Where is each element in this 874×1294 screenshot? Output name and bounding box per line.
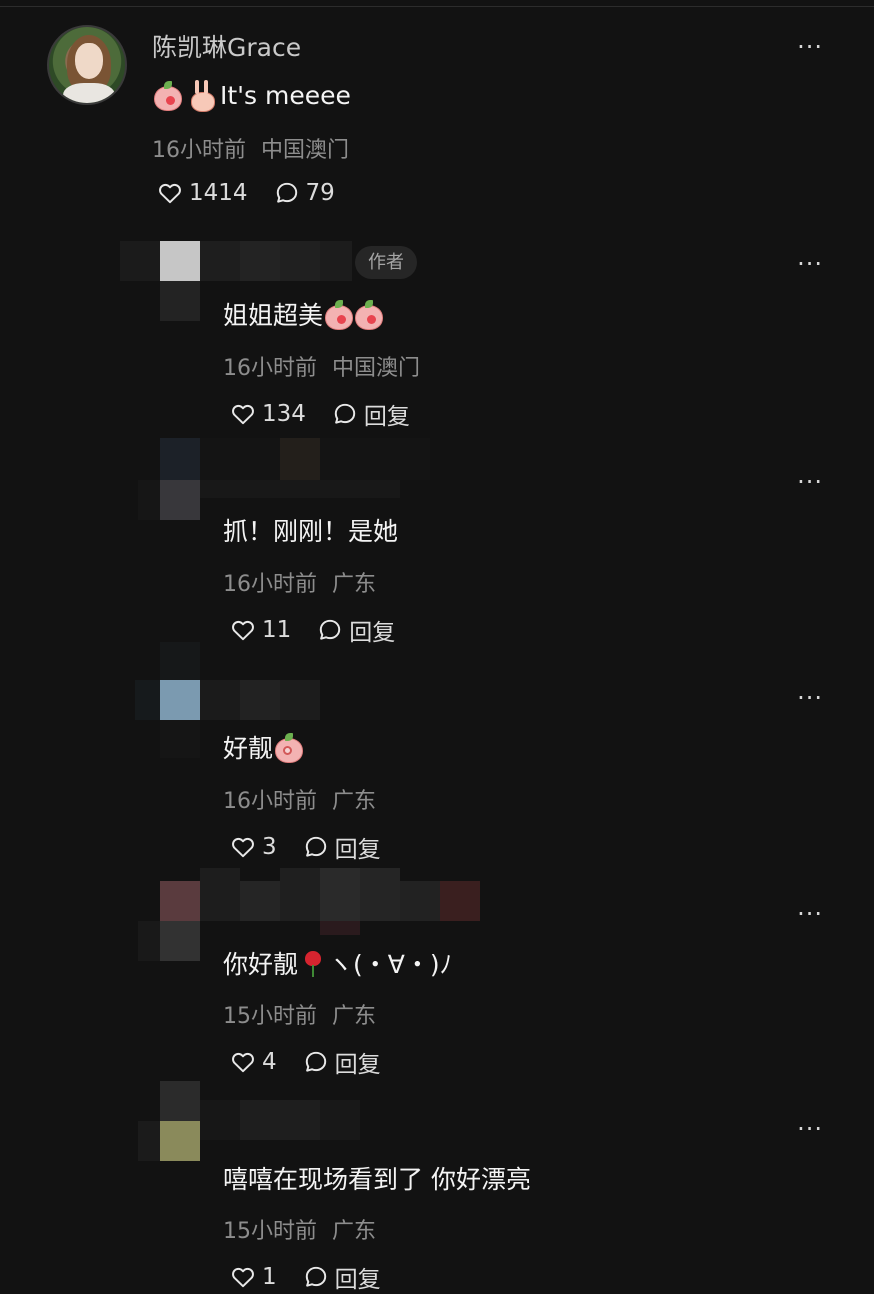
comment-meta: 16小时前 广东 xyxy=(223,572,377,597)
comment-actions: 3 回复 xyxy=(230,830,407,864)
heart-icon xyxy=(230,617,256,643)
comment-icon xyxy=(317,617,343,643)
reply-button[interactable]: 回复 xyxy=(303,1045,381,1079)
comment-actions: 134 回复 xyxy=(230,397,436,431)
peach-blush-emoji xyxy=(152,80,182,111)
comment-actions: 11 回复 xyxy=(230,613,421,647)
like-count: 1414 xyxy=(189,180,248,206)
more-options-icon[interactable]: ··· xyxy=(797,252,823,276)
reply-button[interactable]: 回复 xyxy=(332,397,410,431)
heart-icon xyxy=(230,1049,256,1075)
more-options-icon[interactable]: ··· xyxy=(797,902,823,926)
like-button[interactable]: 11 xyxy=(230,617,291,643)
reply-label: 回复 xyxy=(349,620,396,646)
reply-button[interactable]: 回复 xyxy=(303,1260,381,1294)
comment-icon xyxy=(332,401,358,427)
comment-meta: 15小时前 广东 xyxy=(223,1004,377,1029)
comment-text: 好靓 xyxy=(223,729,304,765)
peach-shock-emoji xyxy=(273,732,304,763)
comment-text: 嘻嘻在现场看到了 你好漂亮 xyxy=(223,1165,531,1194)
comment-button[interactable]: 79 xyxy=(274,180,335,206)
comment-actions: 4 回复 xyxy=(230,1045,407,1079)
comment-text: 抓！刚刚！是她 xyxy=(223,517,399,546)
like-count: 3 xyxy=(262,834,277,860)
comment-count: 79 xyxy=(305,180,335,206)
peach-blush-emoji xyxy=(353,299,384,330)
like-count: 134 xyxy=(262,401,306,427)
avatar[interactable] xyxy=(47,25,127,105)
comment-text: 姐姐超美 xyxy=(223,296,384,332)
heart-icon xyxy=(230,1264,256,1290)
like-button[interactable]: 134 xyxy=(230,401,306,427)
heart-icon xyxy=(230,401,256,427)
reply-label: 回复 xyxy=(334,1052,381,1078)
post-stats: 1414 79 xyxy=(157,180,361,206)
comment-actions: 1 回复 xyxy=(230,1260,407,1294)
more-options-icon[interactable]: ··· xyxy=(797,35,823,59)
reply-button[interactable]: 回复 xyxy=(303,830,381,864)
reply-button[interactable]: 回复 xyxy=(317,613,395,647)
post-text: It's meeee xyxy=(152,80,351,112)
post-time: 16小时前 xyxy=(152,138,246,163)
avatar-face xyxy=(75,43,103,79)
like-button[interactable]: 3 xyxy=(230,834,277,860)
reply-label: 回复 xyxy=(334,837,381,863)
comment-icon xyxy=(303,1049,329,1075)
comment-icon xyxy=(303,834,329,860)
author-badge: 作者 xyxy=(355,246,417,279)
reply-label: 回复 xyxy=(363,404,410,430)
comment-meta: 16小时前 中国澳门 xyxy=(223,356,421,381)
more-options-icon[interactable]: ··· xyxy=(797,686,823,710)
post-meta: 16小时前 中国澳门 xyxy=(152,132,349,164)
heart-icon xyxy=(230,834,256,860)
main-post: 陈凯琳Grace ··· It's meeee 16小时前 中国澳门 1414 … xyxy=(0,0,874,230)
rose-emoji xyxy=(298,948,328,978)
like-count: 4 xyxy=(262,1049,277,1075)
post-username[interactable]: 陈凯琳Grace xyxy=(152,28,301,64)
bunny-peace-emoji xyxy=(186,80,216,112)
like-button[interactable]: 1 xyxy=(230,1264,277,1290)
heart-icon xyxy=(157,180,183,206)
post-caption: It's meeee xyxy=(220,80,351,110)
avatar-body xyxy=(63,83,115,103)
comment-icon xyxy=(303,1264,329,1290)
comment-icon xyxy=(274,180,300,206)
more-options-icon[interactable]: ··· xyxy=(797,470,823,494)
post-location: 中国澳门 xyxy=(261,138,350,163)
like-count: 11 xyxy=(262,617,292,643)
more-options-icon[interactable]: ··· xyxy=(797,1117,823,1141)
like-count: 1 xyxy=(262,1264,277,1290)
comment-text: 你好靓 ヽ(・∀・)ﾉ xyxy=(223,948,453,979)
like-button[interactable]: 4 xyxy=(230,1049,277,1075)
comment-meta: 16小时前 广东 xyxy=(223,789,377,814)
reply-label: 回复 xyxy=(334,1267,381,1293)
comment-meta: 15小时前 广东 xyxy=(223,1219,377,1244)
peach-blush-emoji xyxy=(323,299,354,330)
like-button[interactable]: 1414 xyxy=(157,180,248,206)
